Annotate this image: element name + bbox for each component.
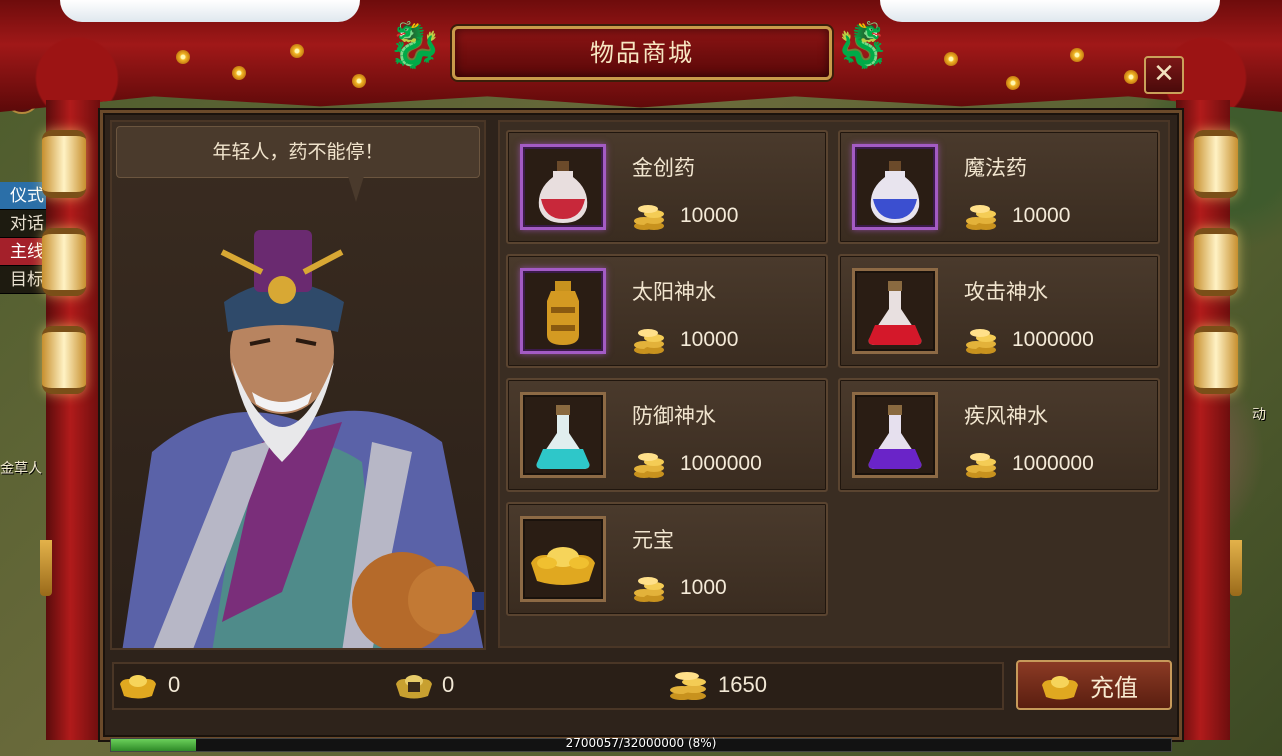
world-npc-label-left: 金草人 — [0, 461, 42, 477]
shop-item-card[interactable]: 金创药 10000 — [506, 130, 828, 244]
golden-flask-icon — [520, 268, 606, 354]
plum-blossom-icon — [944, 52, 958, 66]
recharge-label: 充值 — [1090, 674, 1138, 702]
red-potion-icon — [520, 144, 606, 230]
item-price: 1000000 — [1012, 328, 1094, 351]
currency-bar — [112, 662, 1004, 710]
cyan-flask-icon — [520, 392, 606, 478]
gold-coin-icon — [634, 577, 664, 602]
blue-potion-icon — [852, 144, 938, 230]
bound-ingot-balance: 0 — [442, 672, 455, 697]
side-tab-0[interactable]: 仪式 — [0, 182, 46, 210]
gold-coin-icon — [966, 205, 996, 230]
shop-item-card[interactable]: 防御神水 1000000 — [506, 378, 828, 492]
close-button[interactable]: ✕ — [1144, 56, 1184, 94]
snow-decoration — [60, 0, 360, 22]
dragon-ornament-left-icon: 🐉 — [387, 20, 443, 71]
item-price: 1000000 — [680, 452, 762, 475]
gold-coin-icon — [966, 329, 996, 354]
red-flask-icon — [852, 268, 938, 354]
gold-coin-icon — [670, 672, 706, 700]
lantern-icon — [42, 228, 86, 296]
lantern-icon — [1194, 326, 1238, 394]
item-price: 1000 — [680, 576, 727, 599]
shop-title: 物品商城 — [452, 26, 832, 80]
gold-ingot-icon — [120, 675, 156, 699]
shop-item-card[interactable]: 魔法药 10000 — [838, 130, 1160, 244]
plum-blossom-icon — [352, 74, 366, 88]
side-quest-tabs: 仪式 对话 主线 目标 — [0, 182, 46, 294]
gold-coin-icon — [634, 453, 664, 478]
old-sage-npc-portrait — [122, 230, 484, 648]
snow-decoration — [880, 0, 1220, 22]
plum-blossom-icon — [232, 66, 246, 80]
purple-flask-icon — [852, 392, 938, 478]
item-name: 太阳神水 — [632, 280, 716, 304]
side-tab-2[interactable]: 主线 — [0, 238, 46, 266]
side-tab-1[interactable]: 对话 — [0, 210, 46, 238]
gold-ingot-icon — [520, 516, 606, 602]
gold-balance: 1650 — [718, 672, 767, 697]
gold-coin-icon — [634, 329, 664, 354]
ingot-balance: 0 — [168, 672, 181, 697]
gold-coin-icon — [966, 453, 996, 478]
item-name: 元宝 — [632, 528, 674, 552]
gold-ingot-icon — [1042, 676, 1078, 700]
shop-item-card[interactable]: 疾风神水 1000000 — [838, 378, 1160, 492]
plum-blossom-icon — [1070, 48, 1084, 62]
npc-speech-bubble: 年轻人，药不能停！ — [116, 126, 480, 178]
speech-bubble-tail — [348, 176, 364, 202]
dragon-ornament-right-icon: 🐉 — [835, 20, 891, 71]
item-name: 金创药 — [632, 156, 695, 180]
item-price: 10000 — [680, 204, 739, 227]
gold-coin-icon — [634, 205, 664, 230]
lantern-icon — [42, 130, 86, 198]
item-name: 疾风神水 — [964, 404, 1048, 428]
shop-item-card[interactable]: 元宝 1000 — [506, 502, 828, 616]
plum-blossom-icon — [1124, 70, 1138, 84]
plum-blossom-icon — [290, 44, 304, 58]
plum-blossom-icon — [1006, 76, 1020, 90]
plum-blossom-icon — [176, 50, 190, 64]
shop-item-card[interactable]: 攻击神水 1000000 — [838, 254, 1160, 368]
world-npc-label-right: 动 — [1252, 407, 1266, 423]
shop-item-card[interactable]: 太阳神水 10000 — [506, 254, 828, 368]
item-price: 10000 — [680, 328, 739, 351]
bound-ingot-icon — [396, 675, 432, 699]
tassel-icon — [40, 540, 52, 596]
item-price: 1000000 — [1012, 452, 1094, 475]
lantern-icon — [42, 326, 86, 394]
item-name: 防御神水 — [632, 404, 716, 428]
tassel-icon — [1230, 540, 1242, 596]
lantern-icon — [1194, 130, 1238, 198]
item-price: 10000 — [1012, 204, 1071, 227]
item-name: 魔法药 — [964, 156, 1027, 180]
item-name: 攻击神水 — [964, 280, 1048, 304]
npc-portrait-area — [110, 120, 486, 650]
lantern-icon — [1194, 228, 1238, 296]
side-tab-3[interactable]: 目标 — [0, 266, 46, 294]
experience-text: 2700057/32000000 (8%) — [565, 736, 717, 750]
